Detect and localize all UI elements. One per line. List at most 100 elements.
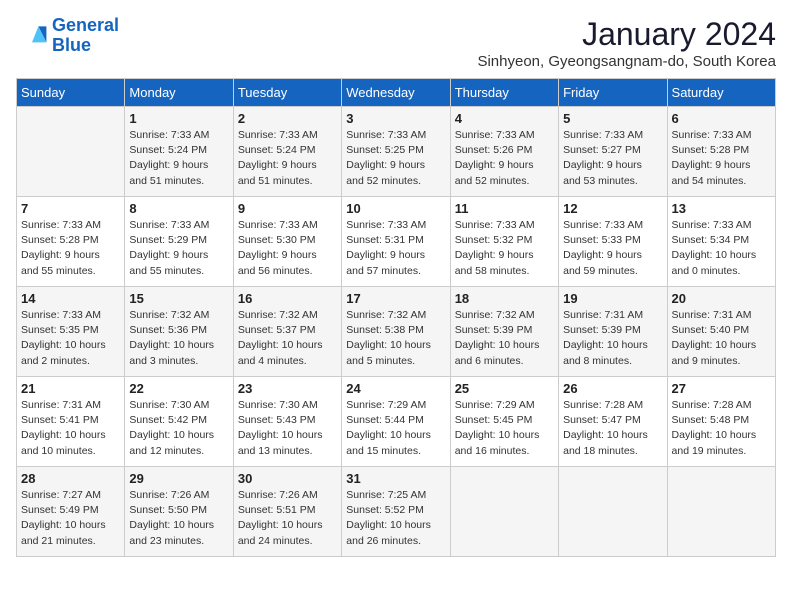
title-section: January 2024 Sinhyeon, Gyeongsangnam-do,… bbox=[477, 16, 776, 70]
day-number: 16 bbox=[238, 291, 337, 306]
day-number: 28 bbox=[21, 471, 120, 486]
calendar-cell: 31 Sunrise: 7:25 AMSunset: 5:52 PMDayligh… bbox=[342, 467, 450, 557]
day-info: Sunrise: 7:26 AMSunset: 5:50 PMDaylight:… bbox=[129, 488, 228, 549]
calendar-cell: 29 Sunrise: 7:26 AMSunset: 5:50 PMDayligh… bbox=[125, 467, 233, 557]
day-number: 2 bbox=[238, 111, 337, 126]
month-title: January 2024 bbox=[477, 16, 776, 53]
day-number: 30 bbox=[238, 471, 337, 486]
logo-text: General Blue bbox=[52, 16, 119, 56]
day-info: Sunrise: 7:32 AMSunset: 5:37 PMDaylight:… bbox=[238, 308, 337, 369]
logo-icon bbox=[16, 20, 48, 52]
calendar-cell bbox=[559, 467, 667, 557]
calendar-week-1: 1 Sunrise: 7:33 AMSunset: 5:24 PMDaylight… bbox=[17, 107, 776, 197]
day-info: Sunrise: 7:31 AMSunset: 5:40 PMDaylight:… bbox=[672, 308, 771, 369]
logo-line2: Blue bbox=[52, 35, 91, 55]
day-info: Sunrise: 7:33 AMSunset: 5:35 PMDaylight:… bbox=[21, 308, 120, 369]
day-number: 13 bbox=[672, 201, 771, 216]
calendar-cell: 10 Sunrise: 7:33 AMSunset: 5:31 PMDayligh… bbox=[342, 197, 450, 287]
day-info: Sunrise: 7:33 AMSunset: 5:26 PMDaylight:… bbox=[455, 128, 554, 189]
calendar-cell: 11Sunrise: 7:33 AMSunset: 5:32 PMDayligh… bbox=[450, 197, 558, 287]
logo-line1: General bbox=[52, 15, 119, 35]
weekday-header-saturday: Saturday bbox=[667, 79, 775, 107]
day-info: Sunrise: 7:32 AMSunset: 5:36 PMDaylight:… bbox=[129, 308, 228, 369]
day-info: Sunrise: 7:25 AMSunset: 5:52 PMDaylight:… bbox=[346, 488, 445, 549]
day-number: 1 bbox=[129, 111, 228, 126]
calendar-cell: 2Sunrise: 7:33 AMSunset: 5:24 PMDaylight… bbox=[233, 107, 341, 197]
day-number: 26 bbox=[563, 381, 662, 396]
calendar-cell bbox=[17, 107, 125, 197]
calendar-cell: 4Sunrise: 7:33 AMSunset: 5:26 PMDaylight… bbox=[450, 107, 558, 197]
calendar-cell: 6 Sunrise: 7:33 AMSunset: 5:28 PMDaylight… bbox=[667, 107, 775, 197]
calendar-week-4: 21 Sunrise: 7:31 AMSunset: 5:41 PMDayligh… bbox=[17, 377, 776, 467]
day-number: 15 bbox=[129, 291, 228, 306]
calendar-body: 1 Sunrise: 7:33 AMSunset: 5:24 PMDaylight… bbox=[17, 107, 776, 557]
day-number: 14 bbox=[21, 291, 120, 306]
calendar-cell: 19 Sunrise: 7:31 AMSunset: 5:39 PMDayligh… bbox=[559, 287, 667, 377]
calendar-cell: 28 Sunrise: 7:27 AMSunset: 5:49 PMDayligh… bbox=[17, 467, 125, 557]
calendar-cell: 20 Sunrise: 7:31 AMSunset: 5:40 PMDayligh… bbox=[667, 287, 775, 377]
calendar-week-3: 14 Sunrise: 7:33 AMSunset: 5:35 PMDayligh… bbox=[17, 287, 776, 377]
day-info: Sunrise: 7:27 AMSunset: 5:49 PMDaylight:… bbox=[21, 488, 120, 549]
day-number: 7 bbox=[21, 201, 120, 216]
calendar-week-5: 28 Sunrise: 7:27 AMSunset: 5:49 PMDayligh… bbox=[17, 467, 776, 557]
day-info: Sunrise: 7:31 AMSunset: 5:41 PMDaylight:… bbox=[21, 398, 120, 459]
day-number: 20 bbox=[672, 291, 771, 306]
weekday-header-monday: Monday bbox=[125, 79, 233, 107]
calendar-cell: 7 Sunrise: 7:33 AMSunset: 5:28 PMDaylight… bbox=[17, 197, 125, 287]
calendar-cell: 9Sunrise: 7:33 AMSunset: 5:30 PMDaylight… bbox=[233, 197, 341, 287]
calendar-cell bbox=[450, 467, 558, 557]
day-number: 11 bbox=[455, 201, 554, 216]
calendar-cell: 23 Sunrise: 7:30 AMSunset: 5:43 PMDayligh… bbox=[233, 377, 341, 467]
calendar-cell: 27 Sunrise: 7:28 AMSunset: 5:48 PMDayligh… bbox=[667, 377, 775, 467]
day-info: Sunrise: 7:32 AMSunset: 5:38 PMDaylight:… bbox=[346, 308, 445, 369]
day-number: 6 bbox=[672, 111, 771, 126]
day-number: 25 bbox=[455, 381, 554, 396]
day-info: Sunrise: 7:29 AMSunset: 5:44 PMDaylight:… bbox=[346, 398, 445, 459]
logo: General Blue bbox=[16, 16, 119, 56]
day-info: Sunrise: 7:30 AMSunset: 5:42 PMDaylight:… bbox=[129, 398, 228, 459]
calendar-cell bbox=[667, 467, 775, 557]
calendar-cell: 3 Sunrise: 7:33 AMSunset: 5:25 PMDaylight… bbox=[342, 107, 450, 197]
location-subtitle: Sinhyeon, Gyeongsangnam-do, South Korea bbox=[477, 53, 776, 70]
calendar-cell: 18Sunrise: 7:32 AMSunset: 5:39 PMDayligh… bbox=[450, 287, 558, 377]
day-info: Sunrise: 7:33 AMSunset: 5:29 PMDaylight:… bbox=[129, 218, 228, 279]
day-number: 27 bbox=[672, 381, 771, 396]
day-number: 29 bbox=[129, 471, 228, 486]
day-info: Sunrise: 7:33 AMSunset: 5:31 PMDaylight:… bbox=[346, 218, 445, 279]
day-number: 19 bbox=[563, 291, 662, 306]
weekday-header-tuesday: Tuesday bbox=[233, 79, 341, 107]
day-number: 22 bbox=[129, 381, 228, 396]
day-info: Sunrise: 7:31 AMSunset: 5:39 PMDaylight:… bbox=[563, 308, 662, 369]
day-number: 17 bbox=[346, 291, 445, 306]
day-number: 31 bbox=[346, 471, 445, 486]
calendar-cell: 5 Sunrise: 7:33 AMSunset: 5:27 PMDaylight… bbox=[559, 107, 667, 197]
day-number: 12 bbox=[563, 201, 662, 216]
day-number: 21 bbox=[21, 381, 120, 396]
calendar-cell: 15 Sunrise: 7:32 AMSunset: 5:36 PMDayligh… bbox=[125, 287, 233, 377]
calendar-cell: 12 Sunrise: 7:33 AMSunset: 5:33 PMDayligh… bbox=[559, 197, 667, 287]
calendar-week-2: 7 Sunrise: 7:33 AMSunset: 5:28 PMDaylight… bbox=[17, 197, 776, 287]
calendar-cell: 22 Sunrise: 7:30 AMSunset: 5:42 PMDayligh… bbox=[125, 377, 233, 467]
calendar-cell: 8Sunrise: 7:33 AMSunset: 5:29 PMDaylight… bbox=[125, 197, 233, 287]
calendar-table: SundayMondayTuesdayWednesdayThursdayFrid… bbox=[16, 78, 776, 557]
day-info: Sunrise: 7:33 AMSunset: 5:34 PMDaylight:… bbox=[672, 218, 771, 279]
weekday-header-friday: Friday bbox=[559, 79, 667, 107]
day-info: Sunrise: 7:33 AMSunset: 5:28 PMDaylight:… bbox=[21, 218, 120, 279]
day-number: 23 bbox=[238, 381, 337, 396]
day-info: Sunrise: 7:33 AMSunset: 5:27 PMDaylight:… bbox=[563, 128, 662, 189]
day-info: Sunrise: 7:28 AMSunset: 5:48 PMDaylight:… bbox=[672, 398, 771, 459]
calendar-cell: 17 Sunrise: 7:32 AMSunset: 5:38 PMDayligh… bbox=[342, 287, 450, 377]
day-number: 3 bbox=[346, 111, 445, 126]
calendar-cell: 30 Sunrise: 7:26 AMSunset: 5:51 PMDayligh… bbox=[233, 467, 341, 557]
calendar-cell: 24Sunrise: 7:29 AMSunset: 5:44 PMDayligh… bbox=[342, 377, 450, 467]
day-number: 5 bbox=[563, 111, 662, 126]
day-info: Sunrise: 7:33 AMSunset: 5:28 PMDaylight:… bbox=[672, 128, 771, 189]
day-number: 10 bbox=[346, 201, 445, 216]
day-info: Sunrise: 7:30 AMSunset: 5:43 PMDaylight:… bbox=[238, 398, 337, 459]
day-info: Sunrise: 7:33 AMSunset: 5:33 PMDaylight:… bbox=[563, 218, 662, 279]
day-info: Sunrise: 7:26 AMSunset: 5:51 PMDaylight:… bbox=[238, 488, 337, 549]
day-info: Sunrise: 7:29 AMSunset: 5:45 PMDaylight:… bbox=[455, 398, 554, 459]
page-header: General Blue January 2024 Sinhyeon, Gyeo… bbox=[16, 16, 776, 70]
day-info: Sunrise: 7:33 AMSunset: 5:25 PMDaylight:… bbox=[346, 128, 445, 189]
day-info: Sunrise: 7:33 AMSunset: 5:24 PMDaylight:… bbox=[129, 128, 228, 189]
